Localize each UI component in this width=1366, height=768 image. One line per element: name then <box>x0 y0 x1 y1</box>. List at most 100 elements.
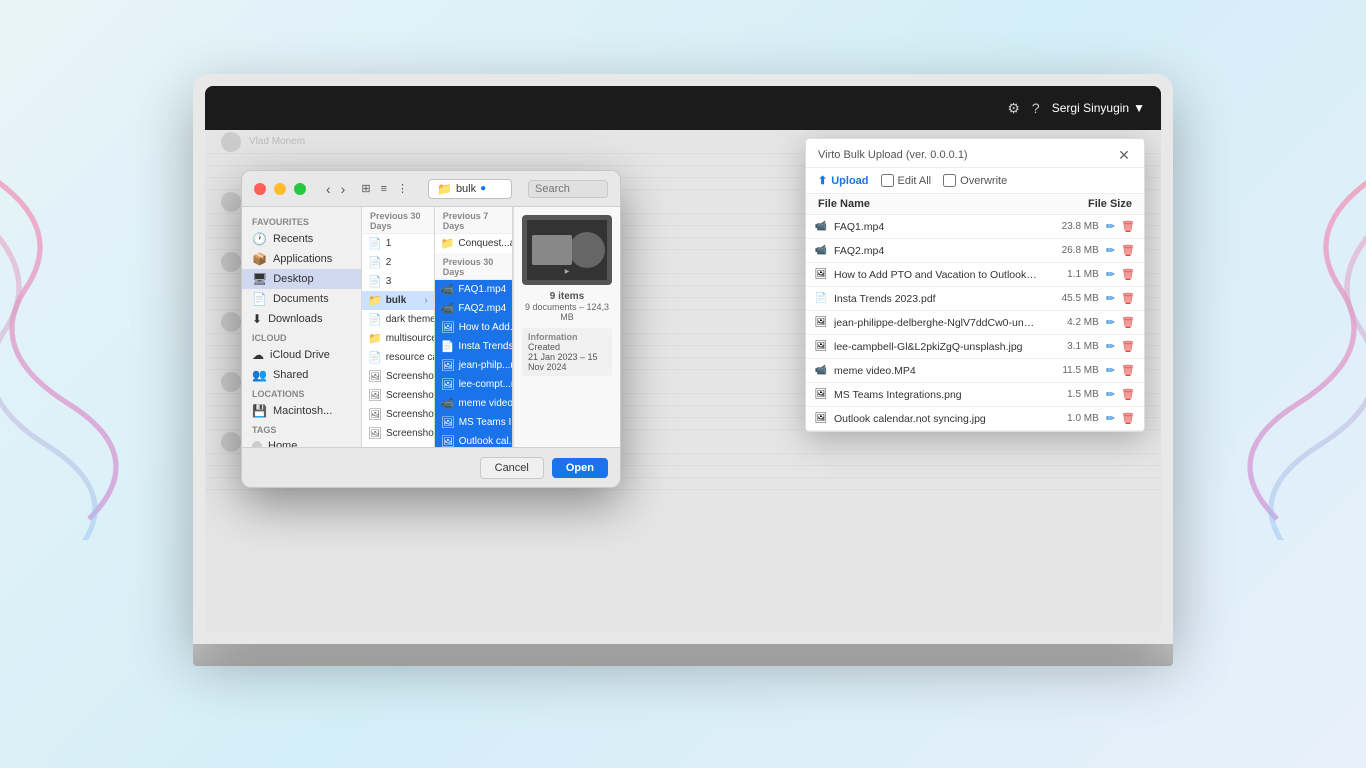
icon-view-button[interactable]: ⊞ <box>357 180 374 197</box>
settings-icon[interactable]: ⚙ <box>1007 100 1020 117</box>
picker-item-3[interactable]: 📄3 <box>362 272 434 291</box>
picker-item-dark-theme[interactable]: 📄dark theme <box>362 310 434 329</box>
picker-item-screenshot3[interactable]: 🖼Screenshot...1 at 17.17.10 <box>362 405 434 424</box>
desktop-label: Desktop <box>273 273 313 285</box>
dialog-toolbar: ⬆ Upload Edit All Overwrite <box>806 168 1144 194</box>
sidebar-item-shared[interactable]: 👥 Shared <box>242 365 361 385</box>
sidebar-item-icloud-drive[interactable]: ☁ iCloud Drive <box>242 345 361 365</box>
picker-item-lee[interactable]: 🖼lee-compt...nsplash.jpg <box>435 375 512 394</box>
delete-file-button[interactable]: 🗑 <box>1120 315 1136 330</box>
file-picker-dialog[interactable]: ‹ › ⊞ ≡ ⋮ 📁 bulk ● <box>241 170 621 488</box>
search-input[interactable] <box>528 180 608 198</box>
sidebar-item-macintosh[interactable]: 💾 Macintosh... <box>242 401 361 421</box>
file-actions: ✏ 🗑 <box>1105 387 1136 402</box>
edit-all-text: Edit All <box>898 175 932 187</box>
delete-file-button[interactable]: 🗑 <box>1120 291 1136 306</box>
file-type-icon: 🖼 <box>814 412 828 426</box>
sidebar-item-desktop[interactable]: 🖥 Desktop <box>242 269 361 289</box>
picker-item-outlook[interactable]: 🖼Outlook cal...syncing.jpg <box>435 432 512 447</box>
edit-file-button[interactable]: ✏ <box>1105 267 1116 282</box>
delete-file-button[interactable]: 🗑 <box>1120 267 1136 282</box>
sidebar-item-documents[interactable]: 📄 Documents <box>242 289 361 309</box>
dialog-title-text: Virto Bulk Upload (ver. 0.0.0.1) <box>818 149 968 161</box>
sidebar-item-tag-home[interactable]: Home <box>242 437 361 447</box>
delete-file-button[interactable]: 🗑 <box>1120 363 1136 378</box>
downloads-label: Downloads <box>268 313 322 325</box>
file-actions: ✏ 🗑 <box>1105 243 1136 258</box>
delete-file-button[interactable]: 🗑 <box>1120 339 1136 354</box>
delete-file-button[interactable]: 🗑 <box>1120 243 1136 258</box>
file-actions: ✏ 🗑 <box>1105 219 1136 234</box>
cancel-button[interactable]: Cancel <box>480 457 544 479</box>
picker-item-meme[interactable]: 📹meme video.MP4 <box>435 394 512 413</box>
picker-item-multisource[interactable]: 📁multisource <box>362 329 434 348</box>
delete-file-button[interactable]: 🗑 <box>1120 387 1136 402</box>
recents-icon: 🕐 <box>252 232 267 246</box>
folder-icon: 📁 <box>441 237 455 250</box>
picker-item-screenshot2[interactable]: 🖼Screenshot...at 00.44.33 <box>362 386 434 405</box>
picker-item-bulk[interactable]: 📁bulk› <box>362 291 434 310</box>
file-icon: 📄 <box>368 313 382 326</box>
edit-file-button[interactable]: ✏ <box>1105 387 1116 402</box>
forward-button[interactable]: › <box>337 179 350 199</box>
delete-file-button[interactable]: 🗑 <box>1120 411 1136 426</box>
picker-item-how-to[interactable]: 🖼How to Add...alendar .jpg <box>435 318 512 337</box>
delete-file-button[interactable]: 🗑 <box>1120 219 1136 234</box>
file-type-icon: 🖼 <box>814 316 828 330</box>
picker-item-faq2[interactable]: 📹FAQ2.mp4 <box>435 299 512 318</box>
edit-file-button[interactable]: ✏ <box>1105 339 1116 354</box>
file-size: 1.0 MB <box>1044 413 1099 424</box>
file-name: Outlook calendar.not syncing.jpg <box>834 413 1038 425</box>
column-view-button[interactable]: ⋮ <box>393 180 412 197</box>
file-name: MS Teams Integrations.png <box>834 389 1038 401</box>
dropdown-icon[interactable]: ▼ <box>1133 101 1145 115</box>
open-button[interactable]: Open <box>552 458 608 478</box>
sidebar-item-applications[interactable]: 📦 Applications <box>242 249 361 269</box>
overwrite-label: Overwrite <box>943 174 1007 187</box>
recents-label: Recents <box>273 233 313 245</box>
file-icon: 📹 <box>441 283 455 296</box>
picker-item-jean[interactable]: 🖼jean-philp...unsplash.jpg <box>435 356 512 375</box>
maximize-window-dot[interactable] <box>294 183 306 195</box>
dialog-title: Virto Bulk Upload (ver. 0.0.0.1) <box>818 149 968 161</box>
picker-item-resource-calendar[interactable]: 📄resource calendar <box>362 348 434 367</box>
picker-item-screenshot4[interactable]: 🖼Screenshot...at 22.56.15 <box>362 424 434 443</box>
sidebar-item-recents[interactable]: 🕐 Recents <box>242 229 361 249</box>
minimize-window-dot[interactable] <box>274 183 286 195</box>
picker-item-ms-teams[interactable]: 🖼MS Teams I...rations.png <box>435 413 512 432</box>
list-view-button[interactable]: ≡ <box>377 180 391 197</box>
downloads-icon: ⬇ <box>252 312 262 326</box>
edit-file-button[interactable]: ✏ <box>1105 363 1116 378</box>
picker-info-box: Information Created 21 Jan 2023 – 15 Nov… <box>522 328 612 376</box>
edit-all-checkbox[interactable] <box>881 174 894 187</box>
folder-icon: 📁 <box>368 332 382 345</box>
file-size: 26.8 MB <box>1044 245 1099 256</box>
edit-file-button[interactable]: ✏ <box>1105 291 1116 306</box>
back-button[interactable]: ‹ <box>322 179 335 199</box>
file-actions: ✏ 🗑 <box>1105 315 1136 330</box>
tags-label: Tags <box>242 421 361 437</box>
sidebar-item-downloads[interactable]: ⬇ Downloads <box>242 309 361 329</box>
close-dialog-button[interactable]: ✕ <box>1116 147 1132 163</box>
file-icon: 📄 <box>368 237 382 250</box>
edit-file-button[interactable]: ✏ <box>1105 243 1116 258</box>
edit-file-button[interactable]: ✏ <box>1105 315 1116 330</box>
picker-item-screenshot1[interactable]: 🖼Screenshot...at 23.13.03 <box>362 367 434 386</box>
picker-sidebar: Favourites 🕐 Recents 📦 Applications <box>242 207 362 447</box>
help-icon[interactable]: ? <box>1032 100 1040 116</box>
file-size: 4.2 MB <box>1044 317 1099 328</box>
picker-item-2[interactable]: 📄2 <box>362 253 434 272</box>
picker-item-conquest[interactable]: 📁Conquest...are Articles› <box>435 234 512 253</box>
picker-item-1[interactable]: 📄1 <box>362 234 434 253</box>
overwrite-checkbox[interactable] <box>943 174 956 187</box>
current-folder: bulk <box>456 183 476 195</box>
picker-item-faq1[interactable]: 📹FAQ1.mp4 <box>435 280 512 299</box>
edit-file-button[interactable]: ✏ <box>1105 411 1116 426</box>
edit-file-button[interactable]: ✏ <box>1105 219 1116 234</box>
close-window-dot[interactable] <box>254 183 266 195</box>
documents-icon: 📄 <box>252 292 267 306</box>
file-row-6: 📹 meme video.MP4 11.5 MB ✏ 🗑 <box>806 359 1144 383</box>
picker-item-insta[interactable]: 📄Insta Trends 2023.pdf <box>435 337 512 356</box>
upload-button[interactable]: ⬆ Upload <box>818 174 869 187</box>
username: Sergi Sinyugin <box>1052 101 1129 115</box>
